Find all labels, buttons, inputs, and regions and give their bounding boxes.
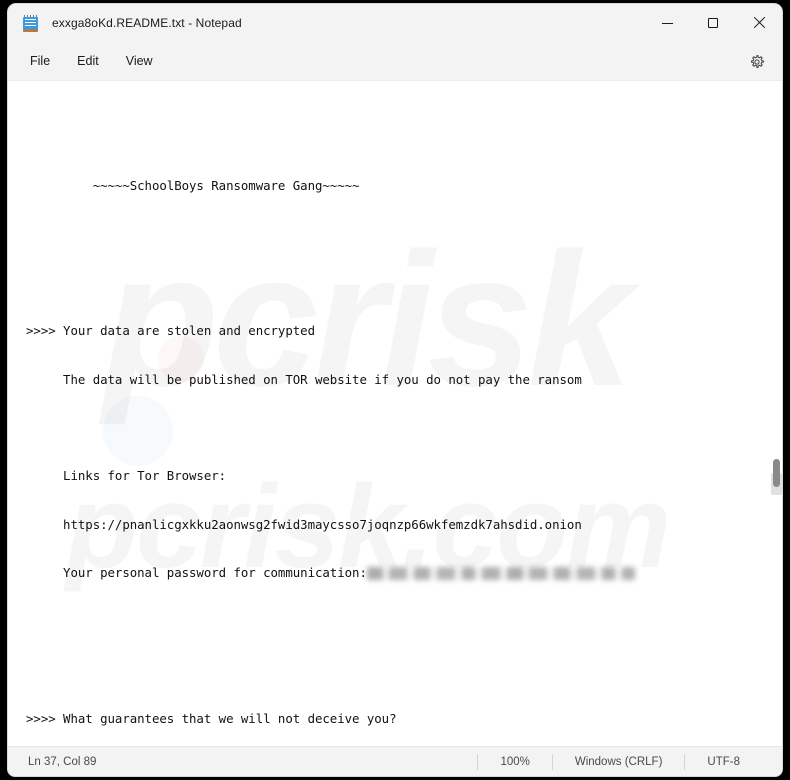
scrollbar-thumb[interactable] xyxy=(773,459,780,487)
editor-scrollbar[interactable] xyxy=(770,81,782,746)
menu-item-edit[interactable]: Edit xyxy=(66,49,110,73)
text-line: The data will be published on TOR websit… xyxy=(26,371,582,387)
text-line: Links for Tor Browser: xyxy=(26,468,227,484)
status-bar-right: 100% Windows (CRLF) UTF-8 xyxy=(477,747,782,776)
close-button[interactable] xyxy=(736,4,782,42)
status-cursor-position: Ln 37, Col 89 xyxy=(28,755,97,768)
text-line xyxy=(26,614,782,630)
window-title: exxga8oKd.README.txt - Notepad xyxy=(52,16,242,30)
gear-icon xyxy=(750,55,764,69)
text-line xyxy=(26,275,782,291)
text-line-password: Your personal password for communication… xyxy=(26,565,782,581)
menu-item-view[interactable]: View xyxy=(115,49,164,73)
settings-button[interactable] xyxy=(744,50,770,74)
password-label: Your personal password for communication… xyxy=(26,565,367,581)
maximize-icon xyxy=(708,18,718,28)
maximize-button[interactable] xyxy=(690,4,736,42)
text-line xyxy=(26,662,782,678)
notepad-icon xyxy=(22,14,39,32)
status-zoom[interactable]: 100% xyxy=(477,753,551,770)
status-bar: Ln 37, Col 89 100% Windows (CRLF) UTF-8 xyxy=(8,746,782,776)
title-bar[interactable]: exxga8oKd.README.txt - Notepad xyxy=(8,4,782,42)
redacted-password xyxy=(366,567,635,581)
text-line xyxy=(26,129,782,145)
notepad-window: exxga8oKd.README.txt - Notepad File Edit… xyxy=(8,4,782,776)
minimize-icon xyxy=(661,22,673,24)
text-editor[interactable]: pcrisk pcrisk.com ~~~~~SchoolBoys Ransom… xyxy=(8,81,782,746)
status-encoding[interactable]: UTF-8 xyxy=(684,753,782,770)
ransom-note-text[interactable]: ~~~~~SchoolBoys Ransomware Gang~~~~~ >>>… xyxy=(8,81,782,746)
status-line-ending[interactable]: Windows (CRLF) xyxy=(551,753,685,770)
window-controls xyxy=(644,4,782,42)
text-line: >>>> What guarantees that we will not de… xyxy=(26,710,397,726)
text-line-onion-url: https://pnanlicgxkku2aonwsg2fwid3maycsso… xyxy=(26,516,582,532)
menu-item-file[interactable]: File xyxy=(19,49,61,73)
minimize-button[interactable] xyxy=(644,4,690,42)
menu-bar: File Edit View xyxy=(8,42,782,81)
close-icon xyxy=(753,17,765,29)
text-line xyxy=(26,420,782,436)
text-line: >>>> Your data are stolen and encrypted xyxy=(26,323,315,339)
text-line xyxy=(26,226,782,242)
text-line: ~~~~~SchoolBoys Ransomware Gang~~~~~ xyxy=(26,177,360,193)
